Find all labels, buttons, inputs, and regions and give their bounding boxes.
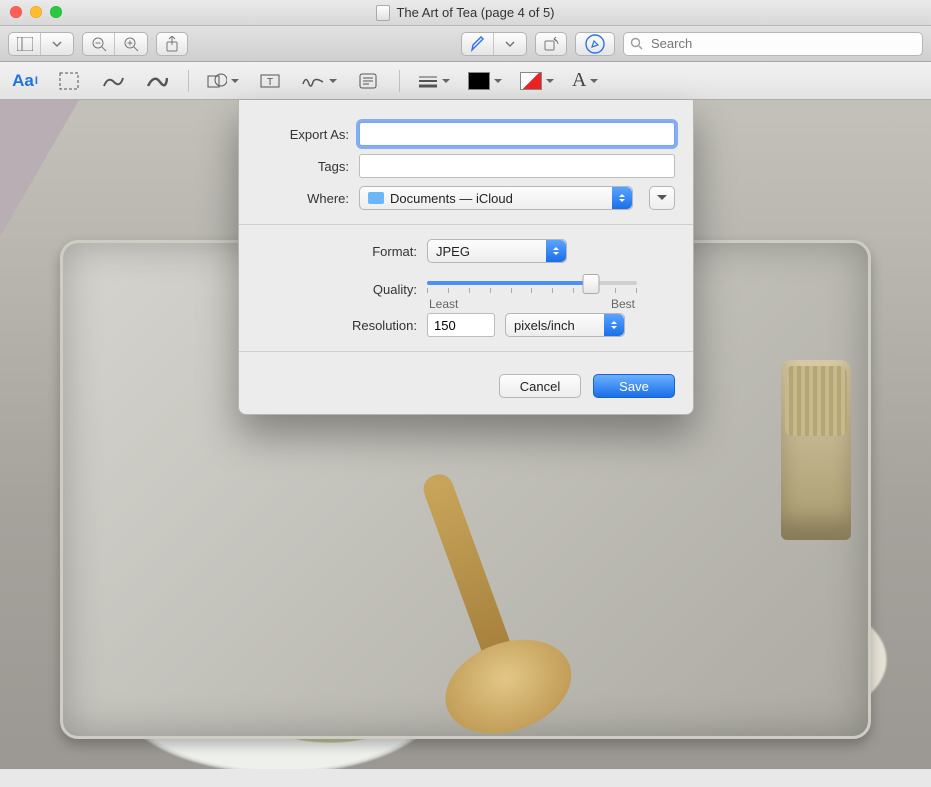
resolution-unit-value: pixels/inch [514, 318, 575, 333]
divider [399, 70, 400, 92]
export-sheet: Export As: Tags: Where: Documents — iClo… [238, 100, 694, 415]
search-icon [630, 37, 643, 50]
divider [239, 351, 693, 352]
markup-mode-button[interactable] [575, 32, 615, 56]
share-button[interactable] [156, 32, 188, 56]
markup-toolbar: AaI T A [0, 62, 931, 100]
photo-whisk [781, 360, 851, 540]
expand-save-panel-button[interactable] [649, 186, 675, 210]
resolution-label: Resolution: [257, 318, 417, 333]
zoom-out-button[interactable] [83, 33, 115, 55]
stroke-color-icon[interactable] [468, 68, 502, 94]
shapes-menu-icon[interactable] [207, 68, 239, 94]
export-as-label: Export As: [257, 127, 349, 142]
sign-menu-icon[interactable] [301, 68, 337, 94]
chevron-updown-icon [612, 187, 632, 209]
quality-least-label: Least [429, 297, 458, 311]
tags-label: Tags: [257, 159, 349, 174]
search-field[interactable] [623, 32, 923, 56]
document-icon [376, 5, 390, 21]
quality-slider-thumb[interactable] [582, 274, 599, 294]
divider [239, 224, 693, 225]
search-input[interactable] [649, 35, 916, 52]
fill-color-icon[interactable] [520, 68, 554, 94]
rotate-button[interactable] [535, 32, 567, 56]
zoom-controls[interactable] [82, 32, 148, 56]
where-popup[interactable]: Documents — iCloud [359, 186, 633, 210]
note-icon[interactable] [355, 68, 381, 94]
quality-label: Quality: [257, 282, 417, 297]
markup-toggle[interactable] [461, 32, 527, 56]
format-popup[interactable]: JPEG [427, 239, 567, 263]
zoom-in-button[interactable] [115, 33, 147, 55]
sidebar-toggle[interactable] [8, 32, 74, 56]
divider [188, 70, 189, 92]
where-value: Documents — iCloud [390, 191, 513, 206]
cancel-button[interactable]: Cancel [499, 374, 581, 398]
svg-text:T: T [267, 77, 273, 88]
line-weight-icon[interactable] [418, 68, 450, 94]
quality-best-label: Best [611, 297, 635, 311]
window-close-button[interactable] [10, 6, 22, 18]
resolution-unit-popup[interactable]: pixels/inch [505, 313, 625, 337]
format-value: JPEG [436, 244, 470, 259]
text-selection-icon[interactable]: AaI [12, 68, 38, 94]
resolution-field[interactable] [427, 313, 495, 337]
window-zoom-button[interactable] [50, 6, 62, 18]
textbox-icon[interactable]: T [257, 68, 283, 94]
tags-field[interactable] [359, 154, 675, 178]
sketch-icon[interactable] [100, 68, 126, 94]
format-label: Format: [257, 244, 417, 259]
text-style-icon[interactable]: A [572, 68, 598, 94]
export-as-field[interactable] [359, 122, 675, 146]
quality-slider[interactable] [427, 281, 637, 285]
main-toolbar [0, 26, 931, 62]
chevron-updown-icon [546, 240, 566, 262]
draw-icon[interactable] [144, 68, 170, 94]
folder-icon [368, 192, 384, 204]
window-minimize-button[interactable] [30, 6, 42, 18]
window-title: The Art of Tea (page 4 of 5) [396, 5, 554, 20]
titlebar: The Art of Tea (page 4 of 5) [0, 0, 931, 26]
chevron-updown-icon [604, 314, 624, 336]
rect-select-icon[interactable] [56, 68, 82, 94]
save-button[interactable]: Save [593, 374, 675, 398]
where-label: Where: [257, 191, 349, 206]
